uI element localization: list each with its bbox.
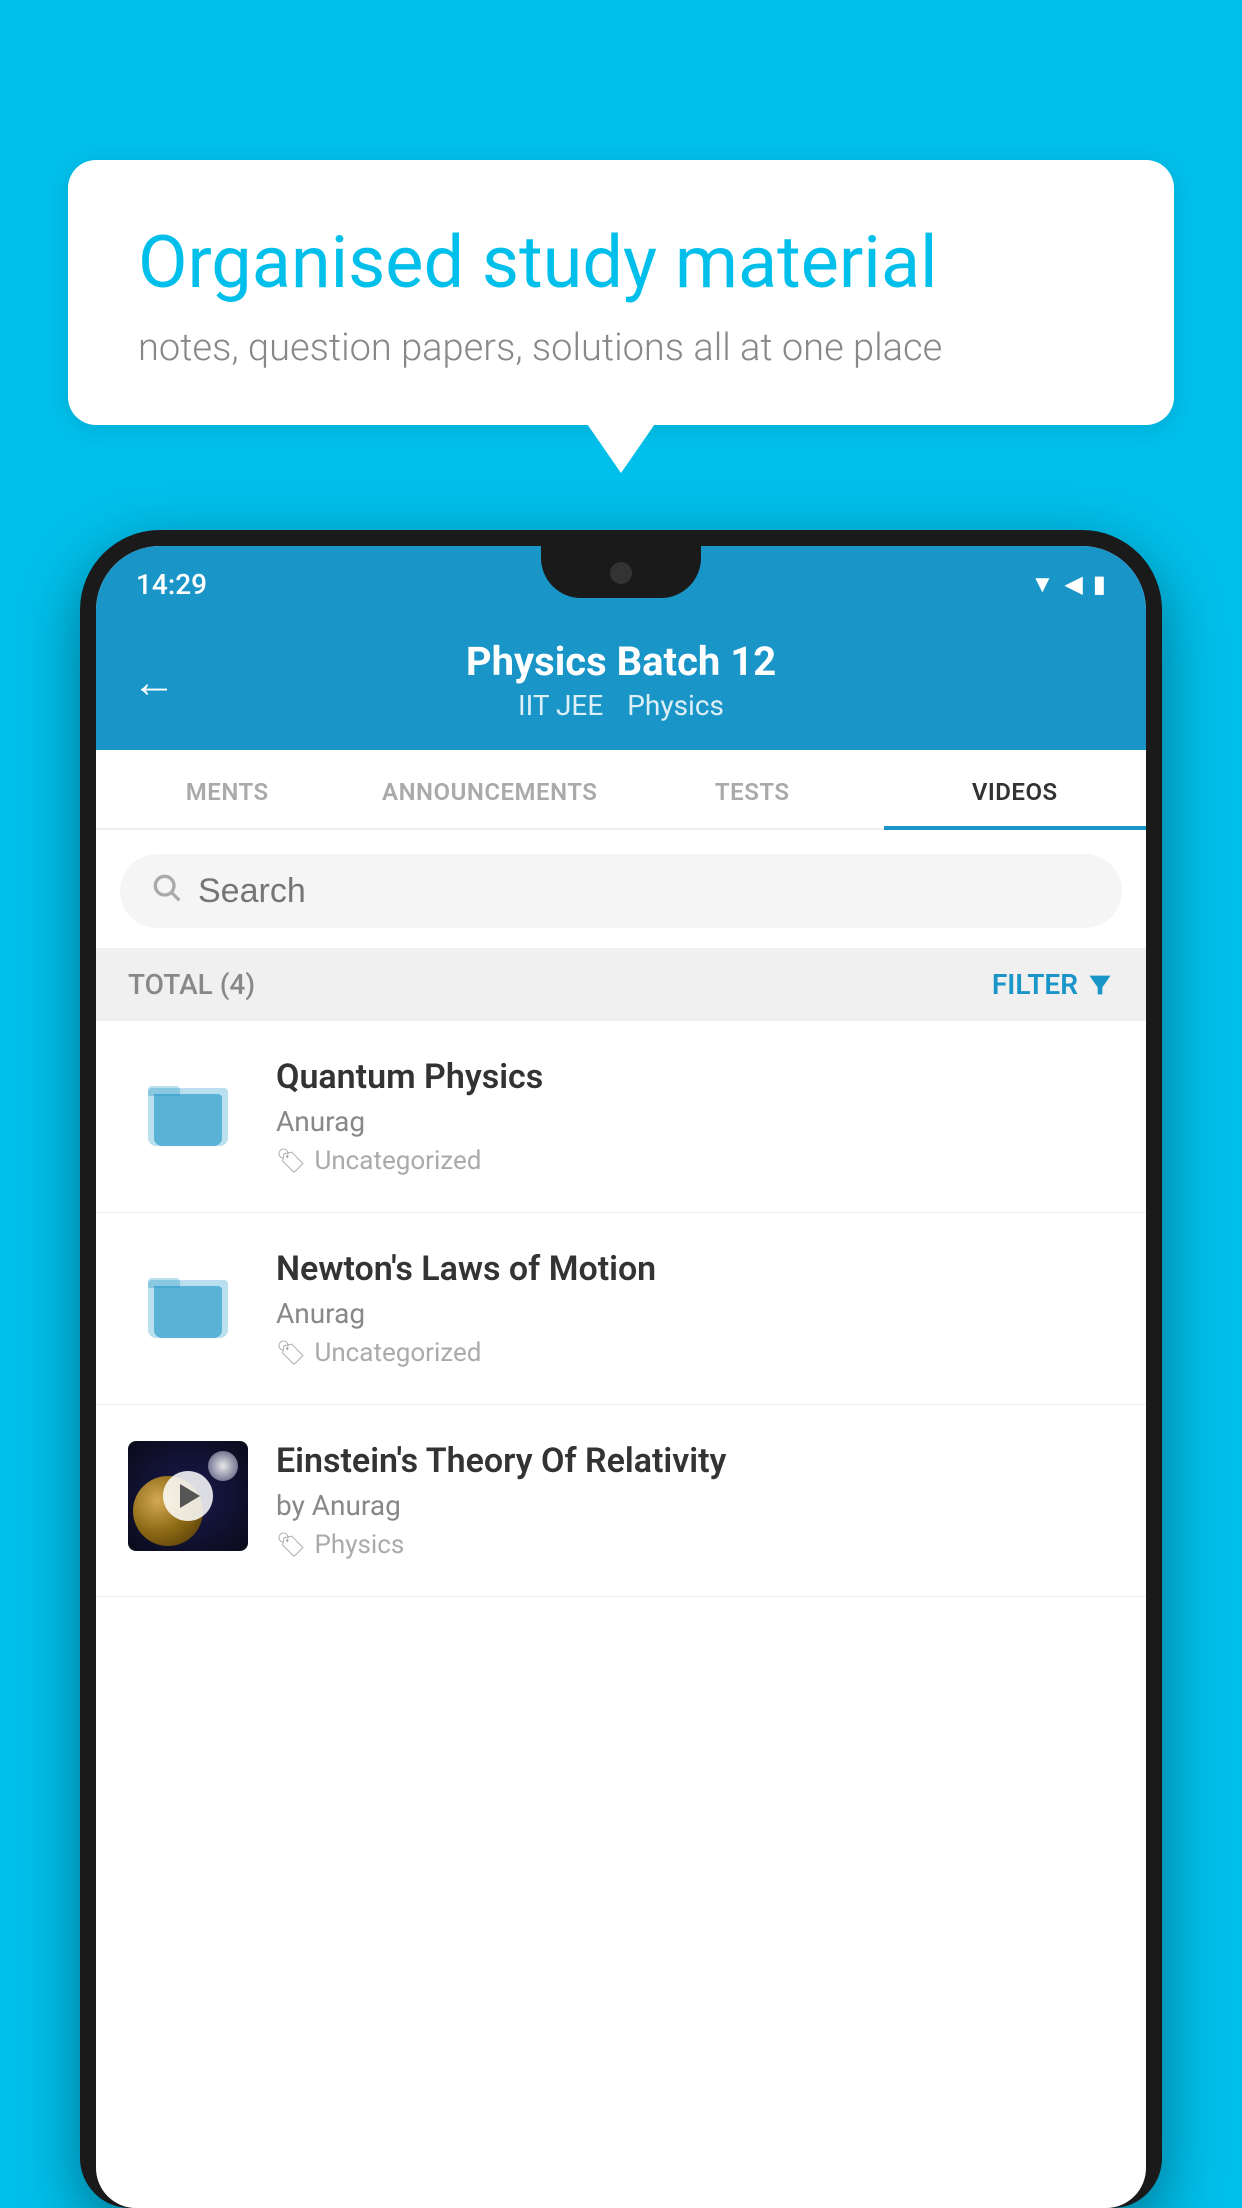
total-count: TOTAL (4) — [128, 968, 255, 1001]
search-bar[interactable] — [120, 854, 1122, 928]
folder-icon — [148, 1078, 228, 1146]
video-tag: 🏷 Physics — [276, 1530, 1114, 1560]
folder-icon-wrap — [128, 1057, 248, 1167]
filter-button[interactable]: FILTER — [992, 968, 1114, 1001]
tab-bar: MENTS ANNOUNCEMENTS TESTS VIDEOS — [96, 750, 1146, 830]
video-title: Einstein's Theory Of Relativity — [276, 1441, 1114, 1481]
tab-tests[interactable]: TESTS — [621, 750, 884, 828]
play-button[interactable] — [163, 1471, 213, 1521]
video-title: Quantum Physics — [276, 1057, 1114, 1097]
back-button[interactable]: ← — [132, 656, 176, 708]
video-info: Einstein's Theory Of Relativity by Anura… — [276, 1441, 1114, 1560]
app-header: ← Physics Batch 12 IIT JEE Physics — [96, 614, 1146, 750]
video-thumbnail — [128, 1441, 248, 1551]
video-title: Newton's Laws of Motion — [276, 1249, 1114, 1289]
batch-title: Physics Batch 12 — [136, 638, 1106, 685]
phone-screen: 14:29 ▼ ◀ ▮ ← Physics Batch 12 IIT JEE P… — [96, 546, 1146, 2208]
star-glow — [208, 1451, 238, 1481]
video-author: Anurag — [276, 1297, 1114, 1330]
search-input[interactable] — [198, 872, 1092, 911]
video-info: Quantum Physics Anurag 🏷 Uncategorized — [276, 1057, 1114, 1176]
status-time: 14:29 — [136, 568, 207, 601]
video-tag: 🏷 Uncategorized — [276, 1338, 1114, 1368]
tag-icon: 🏷 — [276, 1339, 306, 1367]
tab-ments[interactable]: MENTS — [96, 750, 359, 828]
speech-bubble-container: Organised study material notes, question… — [68, 160, 1174, 425]
video-author: by Anurag — [276, 1489, 1114, 1522]
video-tag: 🏷 Uncategorized — [276, 1146, 1114, 1176]
video-info: Newton's Laws of Motion Anurag 🏷 Uncateg… — [276, 1249, 1114, 1368]
status-icons: ▼ ◀ ▮ — [1031, 570, 1106, 599]
battery-icon: ▮ — [1093, 570, 1106, 598]
batch-tag-physics: Physics — [627, 689, 724, 722]
speech-bubble-heading: Organised study material — [138, 220, 1104, 306]
search-icon — [150, 870, 182, 912]
tag-icon: 🏷 — [276, 1531, 306, 1559]
tab-announcements[interactable]: ANNOUNCEMENTS — [359, 750, 622, 828]
list-item[interactable]: Newton's Laws of Motion Anurag 🏷 Uncateg… — [96, 1213, 1146, 1405]
batch-tag-iitjee: IIT JEE — [518, 689, 603, 722]
video-author: Anurag — [276, 1105, 1114, 1138]
tag-icon: 🏷 — [276, 1147, 306, 1175]
phone-frame: 14:29 ▼ ◀ ▮ ← Physics Batch 12 IIT JEE P… — [80, 530, 1162, 2208]
video-list: Quantum Physics Anurag 🏷 Uncategorized — [96, 1021, 1146, 1597]
speech-bubble: Organised study material notes, question… — [68, 160, 1174, 425]
front-camera — [610, 562, 632, 584]
list-item[interactable]: Quantum Physics Anurag 🏷 Uncategorized — [96, 1021, 1146, 1213]
tab-videos[interactable]: VIDEOS — [884, 750, 1147, 828]
batch-subtitle: IIT JEE Physics — [136, 689, 1106, 722]
filter-bar: TOTAL (4) FILTER — [96, 948, 1146, 1021]
folder-icon — [148, 1270, 228, 1338]
phone-notch — [541, 546, 701, 598]
wifi-icon: ▼ — [1031, 570, 1055, 599]
list-item[interactable]: Einstein's Theory Of Relativity by Anura… — [96, 1405, 1146, 1597]
signal-icon: ◀ — [1064, 570, 1082, 598]
folder-icon-wrap — [128, 1249, 248, 1359]
speech-bubble-subtext: notes, question papers, solutions all at… — [138, 326, 1104, 370]
